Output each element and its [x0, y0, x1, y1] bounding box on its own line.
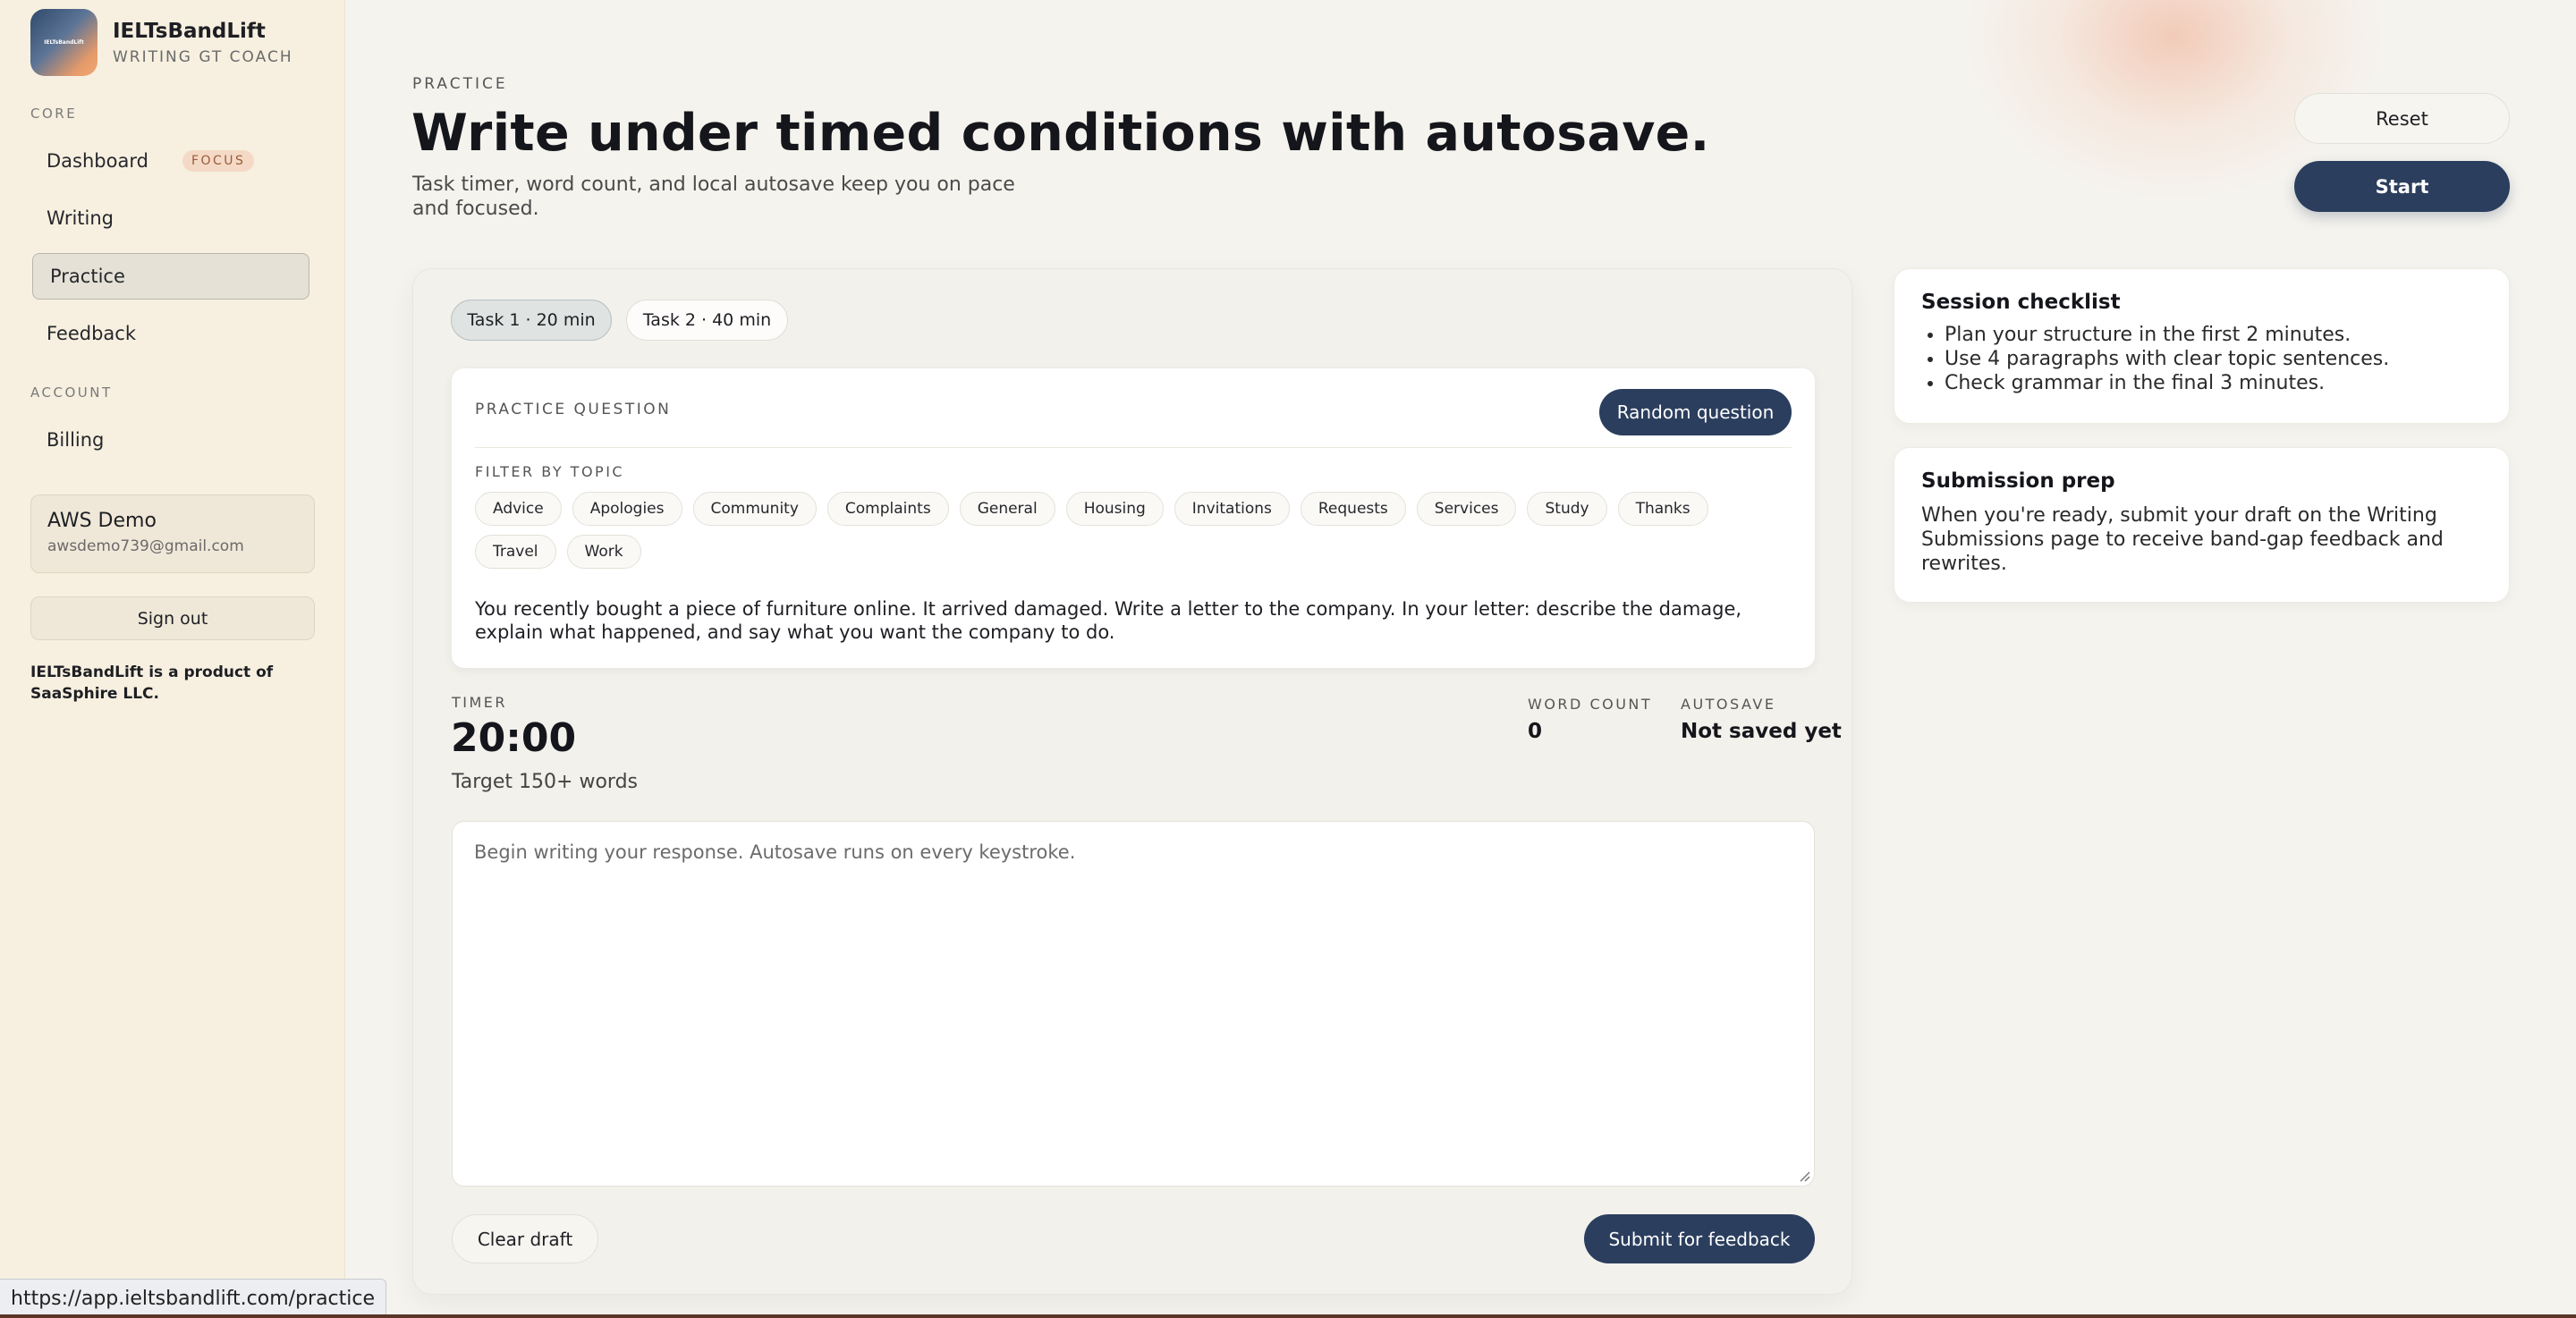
topic-chip-advice[interactable]: Advice: [475, 492, 562, 526]
sidebar-item-writing[interactable]: Writing: [32, 195, 309, 241]
sign-out-button[interactable]: Sign out: [30, 596, 315, 640]
brand[interactable]: IELTsBandLift IELTsBandLift WRITING GT C…: [30, 9, 293, 76]
app-logo: IELTsBandLift: [30, 9, 97, 76]
legal-note: IELTsBandLift is a product of SaaSphire …: [30, 663, 274, 703]
checklist-item: Check grammar in the final 3 minutes.: [1945, 371, 2482, 395]
clear-draft-button[interactable]: Clear draft: [452, 1214, 598, 1263]
practice-question-text: You recently bought a piece of furniture…: [475, 598, 1742, 643]
topic-chip-apologies[interactable]: Apologies: [572, 492, 682, 526]
sidebar-item-label: Dashboard: [47, 150, 148, 172]
word-count-label: WORD COUNT: [1528, 696, 1653, 713]
resize-handle-icon[interactable]: [1798, 1170, 1810, 1182]
page-eyebrow: PRACTICE: [412, 75, 508, 93]
page-subtitle: Task timer, word count, and local autosa…: [412, 173, 1015, 220]
autosave-status: Not saved yet: [1681, 720, 1842, 743]
checklist-item: Plan your structure in the first 2 minut…: [1945, 323, 2482, 347]
brand-name: IELTsBandLift: [113, 20, 266, 43]
user-email: awsdemo739@gmail.com: [47, 537, 244, 555]
reset-button[interactable]: Reset: [2294, 93, 2510, 144]
submission-prep-text: When you're ready, submit your draft on …: [1921, 504, 2444, 575]
focus-badge: FOCUS: [182, 150, 255, 172]
topic-chip-study[interactable]: Study: [1527, 492, 1607, 526]
logo-text: IELTsBandLift: [44, 39, 84, 46]
tab-task-1[interactable]: Task 1 · 20 min: [451, 300, 612, 341]
window-bottom-edge: [0, 1314, 2576, 1318]
tab-task-2[interactable]: Task 2 · 40 min: [626, 300, 788, 341]
timer-value: 20:00: [451, 715, 577, 761]
submission-prep-card: Submission prep When you're ready, submi…: [1894, 447, 2510, 603]
topic-chip-housing[interactable]: Housing: [1065, 492, 1164, 526]
topic-chip-complaints[interactable]: Complaints: [826, 492, 949, 526]
divider: [475, 447, 1792, 448]
random-question-button[interactable]: Random question: [1599, 389, 1792, 435]
response-editor[interactable]: [452, 821, 1815, 1187]
sidebar-item-billing[interactable]: Billing: [32, 417, 309, 463]
topic-chip-general[interactable]: General: [959, 492, 1055, 526]
status-bar-url: https://app.ieltsbandlift.com/practice: [0, 1279, 387, 1318]
user-name: AWS Demo: [47, 510, 157, 532]
sidebar-item-label: Feedback: [47, 323, 137, 344]
autosave-label: AUTOSAVE: [1681, 696, 1776, 713]
nav-section-account: ACCOUNT: [30, 384, 113, 401]
sidebar-item-label: Practice: [50, 266, 125, 287]
topic-chip-thanks[interactable]: Thanks: [1617, 492, 1708, 526]
word-count-value: 0: [1528, 720, 1543, 743]
sidebar-item-label: Writing: [47, 207, 114, 229]
topic-chip-work[interactable]: Work: [566, 535, 641, 569]
timer-label: TIMER: [452, 694, 508, 711]
nav-section-core: CORE: [30, 106, 78, 122]
sidebar-item-label: Billing: [47, 429, 105, 451]
session-checklist-card: Session checklist Plan your structure in…: [1894, 268, 2510, 424]
brand-subtitle: WRITING GT COACH: [113, 48, 293, 66]
submission-prep-title: Submission prep: [1921, 469, 2115, 493]
page-title: Write under timed conditions with autosa…: [411, 104, 1710, 163]
user-card: AWS Demo awsdemo739@gmail.com: [30, 494, 315, 573]
practice-question-card: PRACTICE QUESTION Random question FILTER…: [452, 368, 1815, 668]
topic-chip-requests[interactable]: Requests: [1300, 492, 1406, 526]
checklist-item: Use 4 paragraphs with clear topic senten…: [1945, 347, 2482, 371]
sidebar-item-dashboard[interactable]: Dashboard FOCUS: [32, 138, 309, 184]
topic-chip-community[interactable]: Community: [692, 492, 817, 526]
session-checklist: Plan your structure in the first 2 minut…: [1921, 323, 2482, 395]
session-checklist-title: Session checklist: [1921, 291, 2121, 314]
word-target: Target 150+ words: [452, 771, 639, 793]
topic-chip-travel[interactable]: Travel: [475, 535, 556, 569]
practice-question-label: PRACTICE QUESTION: [475, 401, 672, 418]
filter-by-topic-label: FILTER BY TOPIC: [475, 463, 625, 480]
topic-chips: Advice Apologies Community Complaints Ge…: [475, 492, 1799, 569]
topic-chip-invitations[interactable]: Invitations: [1174, 492, 1290, 526]
sidebar-item-practice[interactable]: Practice: [32, 253, 309, 300]
submit-for-feedback-button[interactable]: Submit for feedback: [1584, 1214, 1815, 1263]
sidebar: IELTsBandLift IELTsBandLift WRITING GT C…: [0, 0, 345, 1318]
sidebar-item-feedback[interactable]: Feedback: [32, 310, 309, 357]
topic-chip-services[interactable]: Services: [1416, 492, 1517, 526]
start-button[interactable]: Start: [2294, 161, 2510, 212]
